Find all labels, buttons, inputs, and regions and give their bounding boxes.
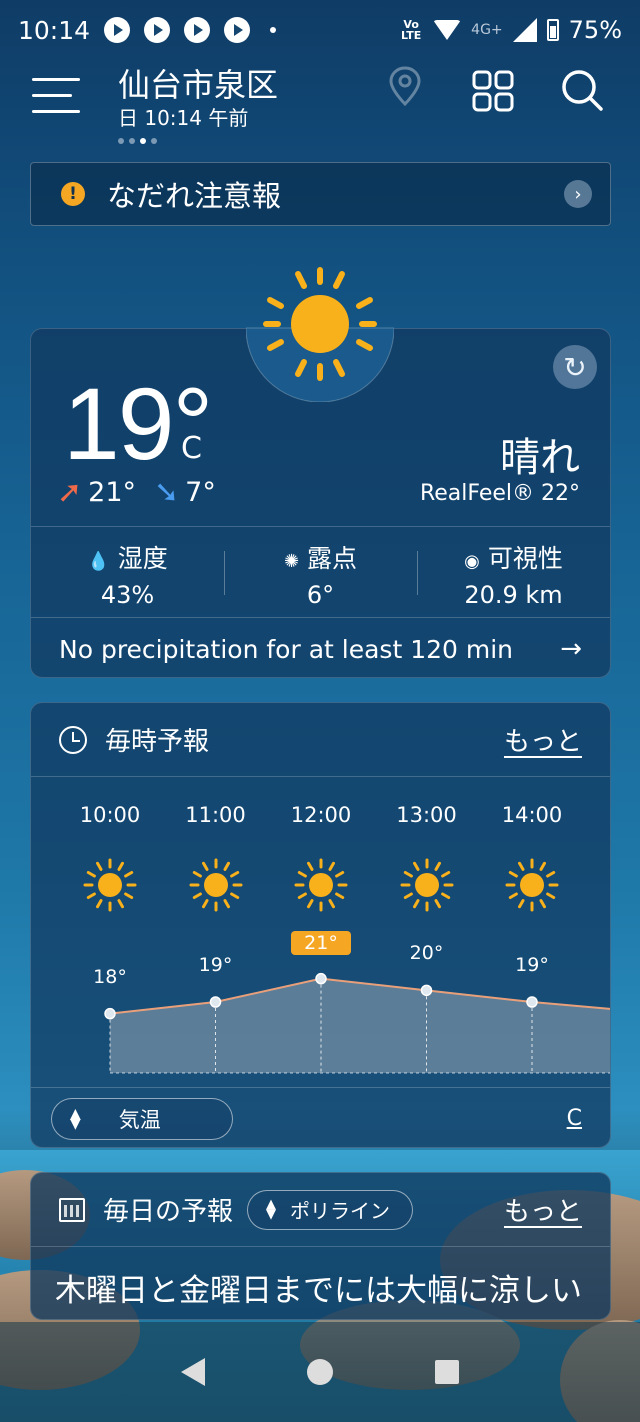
sun-icon <box>83 858 137 912</box>
app-header: 仙台市泉区 日 10:14 午前 <box>0 60 640 150</box>
refresh-icon[interactable]: ↻ <box>553 345 597 389</box>
daily-header: 毎日の予報 ▲ ▼ ポリライン もっと <box>31 1173 610 1247</box>
daily-title: 毎日の予報 <box>103 1197 234 1227</box>
signal-icon <box>512 18 537 42</box>
hour-label: 14:00 <box>501 803 563 827</box>
hour-label: 10:00 <box>79 803 141 827</box>
eye-icon: ◉ <box>464 551 480 572</box>
clock-icon <box>59 725 87 754</box>
peak-temperature-label: 21° <box>291 930 351 955</box>
daily-headline-cont: 気候になるでしょう <box>181 1311 460 1319</box>
hourly-chart[interactable]: 10:00 18° 11:00 19° 12:00 21° 13:00 20° 14:00 19° <box>31 777 610 1087</box>
temperature-point[interactable] <box>420 984 433 997</box>
daily-forecast-card: 毎日の予報 ▲▼ ポリライン もっと 木曜日と金曜日までには大幅に涼しい 気候に… <box>30 1172 611 1320</box>
temperature-label: 18° <box>93 965 127 988</box>
temperature-point[interactable] <box>526 996 538 1008</box>
stat-visibility: ◉ 可視性 20.9 km <box>417 527 610 617</box>
high-temperature: 21° <box>88 477 136 508</box>
weather-alert-banner[interactable]: ! なだれ注意報 › <box>30 162 611 226</box>
temperature-point[interactable] <box>104 1007 116 1020</box>
high-low: ➚ 21° ➘ 7° <box>57 475 216 510</box>
search-icon[interactable] <box>560 68 604 112</box>
stat-value: 20.9 km <box>464 581 563 609</box>
condition-text: 晴れ <box>500 435 580 481</box>
hourly-footer: ▲ ▼ 気温 C <box>31 1087 610 1147</box>
dewpoint-icon: ✺ <box>283 551 300 572</box>
warning-icon: ! <box>61 182 85 206</box>
battery-level: 75% <box>568 16 622 44</box>
temperature-unit: C <box>181 431 202 466</box>
metric-label: 気温 <box>118 1107 161 1132</box>
stat-dewpoint: ✺ 露点 6° <box>224 527 417 617</box>
temperature-label: 19° <box>515 954 549 976</box>
hour-label: 12:00 <box>290 803 352 827</box>
sun-icon <box>246 267 394 402</box>
hourly-more-link[interactable]: もっと <box>504 721 582 758</box>
chevron-right-icon[interactable]: › <box>564 180 592 208</box>
location-pin-icon[interactable] <box>388 66 422 106</box>
temperature-point[interactable] <box>209 996 222 1008</box>
hourly-forecast-card: 毎時予報 もっと 10:00 18° 11:00 19° 12:00 21° 13:00 20… <box>30 702 611 1148</box>
arrow-up-icon: ➚ <box>57 475 83 510</box>
volte-icon: Vo LTE <box>401 18 422 42</box>
arrow-right-icon[interactable]: → <box>560 634 582 664</box>
status-bar: 10:14 Vo LTE 4G+ 75% <box>0 0 640 60</box>
recents-icon[interactable] <box>435 1360 459 1384</box>
stat-label: 露点 <box>307 544 358 573</box>
precipitation-text: No precipitation for at least 120 min <box>59 634 514 664</box>
local-time: 日 10:14 午前 <box>118 106 249 130</box>
media-notification-icon <box>104 17 131 43</box>
unit-toggle[interactable]: C <box>567 1106 582 1131</box>
calendar-icon <box>59 1197 85 1222</box>
humidity-icon: 💧 <box>87 551 110 572</box>
hourly-title: 毎時予報 <box>105 727 210 757</box>
media-notification-icon <box>184 17 211 43</box>
battery-icon <box>546 19 559 41</box>
media-notification-icon <box>144 17 171 43</box>
stat-value: 6° <box>306 581 335 609</box>
home-icon[interactable] <box>307 1359 333 1385</box>
realfeel: RealFeel® 22° <box>419 481 580 506</box>
precipitation-row[interactable]: No precipitation for at least 120 min → <box>31 619 610 677</box>
temperature-area <box>110 978 610 1073</box>
up-down-icon: ▲ ▼ <box>70 1105 81 1132</box>
alert-text: なだれ注意報 <box>107 179 282 213</box>
view-selector[interactable]: ▲ ▼ ポリライン <box>247 1189 414 1230</box>
hour-label: 11:00 <box>185 803 246 827</box>
stat-value: 43% <box>100 581 155 609</box>
arrow-down-icon: ➘ <box>154 475 180 510</box>
stat-label: 湿度 <box>117 544 168 573</box>
menu-icon[interactable] <box>32 76 84 116</box>
up-down-icon: ▲ ▼ <box>266 1196 277 1222</box>
location-name[interactable]: 仙台市泉区 <box>118 60 278 106</box>
more-notifications-dot <box>270 27 277 33</box>
temperature-label: 19° <box>198 954 233 976</box>
sun-icon <box>189 858 242 912</box>
sun-icon <box>294 858 348 912</box>
status-time: 10:14 <box>18 15 91 45</box>
sun-icon <box>505 858 559 912</box>
media-notification-icon <box>224 17 251 43</box>
network-type: 4G+ <box>471 22 503 38</box>
grid-icon[interactable] <box>472 70 514 112</box>
stat-humidity: 💧 湿度 43% <box>31 527 224 617</box>
view-label: ポリライン <box>290 1199 391 1223</box>
location-pager <box>118 138 157 144</box>
stat-label: 可視性 <box>487 544 563 573</box>
hour-label: 13:00 <box>396 803 457 827</box>
low-temperature: 7° <box>185 477 216 508</box>
stats-row: 💧 湿度 43% ✺ 露点 6° ◉ 可視性 20.9 km <box>31 526 610 618</box>
sun-icon <box>400 858 453 912</box>
temperature-point[interactable] <box>315 972 327 985</box>
wifi-icon <box>433 20 462 40</box>
system-nav-bar <box>0 1322 640 1422</box>
metric-selector[interactable]: ▲ ▼ 気温 <box>51 1097 233 1140</box>
daily-headline[interactable]: 木曜日と金曜日までには大幅に涼しい <box>55 1265 582 1310</box>
hourly-header: 毎時予報 もっと <box>31 703 610 777</box>
back-icon[interactable] <box>181 1358 205 1386</box>
temperature-label: 20° <box>409 942 444 965</box>
daily-more-link[interactable]: もっと <box>504 1191 582 1228</box>
